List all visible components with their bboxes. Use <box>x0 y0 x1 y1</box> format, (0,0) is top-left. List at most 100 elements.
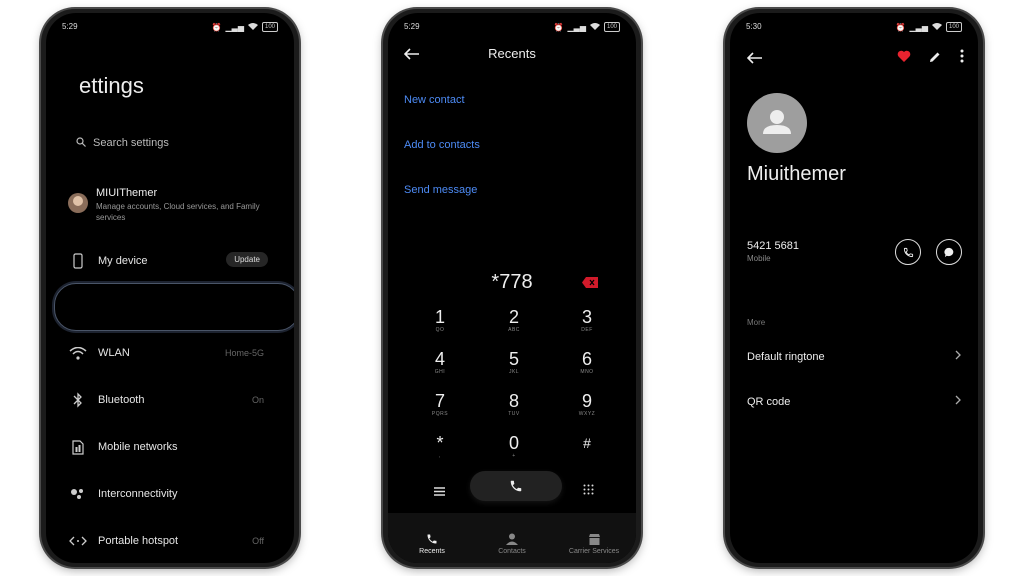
key-1[interactable]: 1 QO <box>420 307 460 334</box>
account-name: MIUIThemer <box>96 187 158 199</box>
interconnectivity-icon <box>68 484 88 504</box>
tab-label: Contacts <box>498 548 526 555</box>
key-digit: 6 <box>581 349 592 369</box>
key-letters: ABC <box>508 327 520 333</box>
wifi-icon <box>68 343 88 363</box>
key-8[interactable]: 8 TUV <box>494 391 534 418</box>
key-letters: GHI <box>434 369 446 375</box>
search-input[interactable]: Search settings <box>76 134 169 152</box>
row-label: QR code <box>747 396 791 408</box>
back-arrow-icon[interactable] <box>746 51 763 69</box>
settings-item-wlan[interactable]: WLAN Home-5G <box>68 341 272 365</box>
phone-contact: 5:30 ⏰ ▁▃▅ 100 Miuithemer 5421 5681 Mobi… <box>725 9 983 567</box>
bluetooth-icon <box>68 390 88 410</box>
contact-screen: 5:30 ⏰ ▁▃▅ 100 Miuithemer 5421 5681 Mobi… <box>730 13 978 563</box>
settings-item-hotspot[interactable]: Portable hotspot Off <box>68 529 272 553</box>
update-badge[interactable]: Update <box>226 252 268 267</box>
key-letters <box>567 453 607 460</box>
hotspot-icon <box>68 531 88 551</box>
phone-number: 5421 5681 <box>747 240 799 252</box>
dialpad-icon[interactable] <box>583 482 594 500</box>
avatar <box>68 193 88 213</box>
chevron-right-icon <box>955 347 961 365</box>
key-letters: DEF <box>581 327 593 333</box>
key-letters: PQRS <box>431 411 449 417</box>
qr-code-row[interactable]: QR code <box>747 392 961 412</box>
signal-icon: ▁▃▅ <box>567 22 586 32</box>
key-5[interactable]: 5 JKL <box>494 349 534 376</box>
settings-item-value: Off <box>252 536 264 546</box>
delete-icon[interactable] <box>582 275 598 293</box>
key-digit: 2 <box>508 307 519 327</box>
tab-carrier-services[interactable]: Carrier Services <box>554 532 634 555</box>
page-title: ettings <box>79 73 144 98</box>
send-message-link[interactable]: Send message <box>404 184 477 196</box>
key-4[interactable]: 4 GHI <box>420 349 460 376</box>
settings-item-interconnectivity[interactable]: Interconnectivity <box>68 482 272 506</box>
key-hash[interactable]: # <box>567 433 607 460</box>
wifi-status-icon <box>931 22 942 32</box>
settings-item-value: Home-5G <box>224 348 264 358</box>
search-placeholder: Search settings <box>93 137 169 149</box>
key-0[interactable]: 0 + <box>494 433 534 460</box>
phone-icon <box>68 251 88 271</box>
settings-item-label: Mobile networks <box>98 441 178 453</box>
my-device-label: My device <box>98 255 148 267</box>
more-vertical-icon[interactable] <box>960 49 964 68</box>
my-device-item[interactable]: My device Update <box>68 249 272 273</box>
tab-contacts[interactable]: Contacts <box>472 532 552 555</box>
edit-pencil-icon[interactable] <box>929 50 941 68</box>
wifi-status-icon <box>247 22 258 32</box>
key-digit: 1 <box>434 307 445 327</box>
dialed-number: *778 <box>491 271 533 293</box>
chevron-right-icon <box>955 392 961 410</box>
store-icon <box>554 532 634 546</box>
call-button[interactable] <box>470 471 562 501</box>
key-letters: MNO <box>580 369 594 375</box>
key-digit: 3 <box>581 307 592 327</box>
key-digit: 0 <box>508 433 519 453</box>
new-contact-link[interactable]: New contact <box>404 94 465 106</box>
settings-item-bluetooth[interactable]: Bluetooth On <box>68 388 272 412</box>
default-ringtone-row[interactable]: Default ringtone <box>747 347 961 367</box>
key-digit: 8 <box>508 391 519 411</box>
favorite-heart-icon[interactable] <box>897 50 911 68</box>
key-9[interactable]: 9 WXYZ <box>567 391 607 418</box>
status-time: 5:29 <box>62 22 78 31</box>
key-letters: + <box>512 453 516 459</box>
alarm-icon: ⏰ <box>895 22 906 32</box>
message-button[interactable] <box>936 239 962 265</box>
key-7[interactable]: 7 PQRS <box>420 391 460 418</box>
battery-icon: 100 <box>261 22 278 32</box>
phone-call-icon <box>903 247 913 257</box>
account-desc: Manage accounts, Cloud services, and Fam… <box>96 202 260 222</box>
add-to-contacts-link[interactable]: Add to contacts <box>404 139 480 151</box>
key-6[interactable]: 6 MNO <box>567 349 607 376</box>
tab-label: Carrier Services <box>568 548 620 555</box>
section-label: More <box>747 318 766 327</box>
status-bar: 5:29 ⏰ ▁▃▅ 100 <box>404 22 620 34</box>
settings-item-label: Bluetooth <box>98 394 145 406</box>
tab-recents[interactable]: Recents <box>392 532 472 555</box>
row-label: Default ringtone <box>747 351 825 363</box>
phone-type: Mobile <box>747 254 771 263</box>
dialer-screen: 5:29 ⏰ ▁▃▅ 100 Recents New contact Add t… <box>388 13 636 563</box>
status-bar: 5:30 ⏰ ▁▃▅ 100 <box>746 22 962 34</box>
key-digit: 5 <box>508 349 519 369</box>
call-button[interactable] <box>895 239 921 265</box>
account-row[interactable]: MIUIThemer Manage accounts, Cloud servic… <box>68 187 268 227</box>
dialer-title: Recents <box>488 46 536 61</box>
blank-card[interactable] <box>54 283 294 331</box>
signal-icon: ▁▃▅ <box>909 22 928 32</box>
menu-icon[interactable] <box>434 483 445 501</box>
key-3[interactable]: 3 DEF <box>567 307 607 334</box>
key-2[interactable]: 2 ABC <box>494 307 534 334</box>
status-time: 5:29 <box>404 22 420 31</box>
settings-item-mobile-networks[interactable]: Mobile networks <box>68 435 272 459</box>
phone-dialer: 5:29 ⏰ ▁▃▅ 100 Recents New contact Add t… <box>383 9 641 567</box>
key-letters: JKL <box>508 369 520 375</box>
key-star[interactable]: *, <box>420 433 460 460</box>
battery-icon: 100 <box>945 22 962 32</box>
contact-avatar <box>747 93 807 153</box>
key-digit: 9 <box>581 391 592 411</box>
